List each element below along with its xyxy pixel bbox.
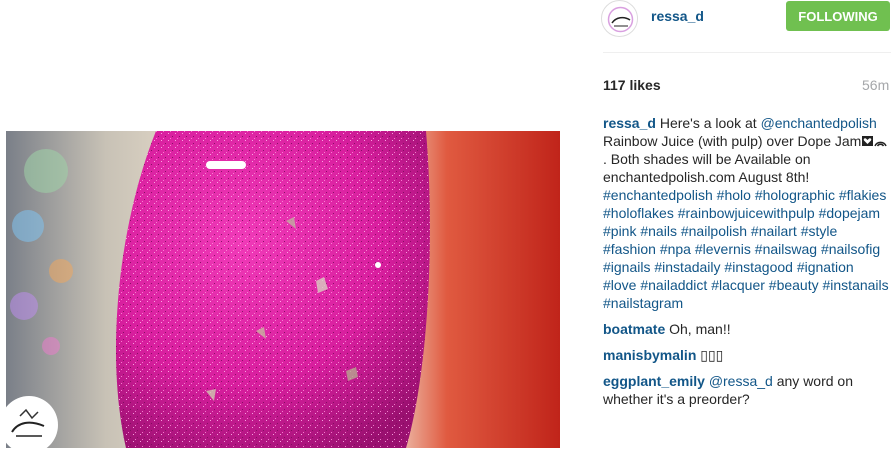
username-link[interactable]: ressa_d [651,8,704,24]
divider [603,52,891,53]
comment-username[interactable]: eggplant_emily [603,373,705,389]
hashtag-link[interactable]: #levernis [695,241,751,257]
caption-username[interactable]: ressa_d [603,115,656,131]
hashtag-link[interactable]: #nailswag [755,241,817,257]
hashtag-link[interactable]: #lacquer [711,277,765,293]
heart-rainbow-emoji-icon [861,133,888,147]
hashtag-link[interactable]: #nailsofig [821,241,880,257]
post-header: ressa_d FOLLOWING [601,0,891,37]
comment-item: eggplant_emily @ressa_d any word on whet… [603,372,889,408]
caption: ressa_d Here's a look at @enchantedpolis… [603,114,889,312]
hashtag-link[interactable]: #nailaddict [640,277,707,293]
hashtag-link[interactable]: #ignation [797,259,854,275]
hashtag-link[interactable]: #npa [660,241,691,257]
avatar-logo-icon [604,3,637,36]
nail-polish-image [6,131,560,448]
hashtag-link[interactable]: #holo [717,187,751,203]
avatar[interactable] [601,0,638,37]
post-time[interactable]: 56m [862,77,889,93]
hashtag-link[interactable]: #instagood [724,259,793,275]
hashtag-link[interactable]: #dopejam [819,205,881,221]
caption-mention[interactable]: @enchantedpolish [761,115,877,131]
hashtag-link[interactable]: #enchantedpolish [603,187,713,203]
caption-text-3: . Both shades will be Available on encha… [603,151,811,185]
hashtag-link[interactable]: #ignails [603,259,650,275]
comment-mention[interactable]: @ressa_d [709,373,773,389]
caption-text-1: Here's a look at [655,115,761,131]
post-photo[interactable] [6,131,560,448]
hashtag-link[interactable]: #nailart [751,223,797,239]
hashtag-link[interactable]: #love [603,277,636,293]
hashtag-link[interactable]: #fashion [603,241,656,257]
following-button[interactable]: FOLLOWING [786,1,890,31]
comment-text: Oh, man!! [669,321,731,337]
comment-username[interactable]: manisbymalin [603,347,696,363]
hashtag-link[interactable]: #instadaily [654,259,720,275]
hashtag-link[interactable]: #flakies [839,187,886,203]
hashtag-link[interactable]: #pink [603,223,636,239]
hashtag-link[interactable]: #holographic [755,187,835,203]
hashtag-link[interactable]: #nailpolish [681,223,747,239]
comment-item: boatmate Oh, man!! [603,320,889,338]
comment-item: manisbymalin ▯▯▯ [603,346,889,364]
hashtag-link[interactable]: #nailstagram [603,295,683,311]
comment-username[interactable]: boatmate [603,321,665,337]
watermark-logo-icon [0,396,58,454]
hashtag-link[interactable]: #beauty [769,277,819,293]
hashtag-link[interactable]: #holoflakes [603,205,674,221]
comments-list: ressa_d Here's a look at @enchantedpolis… [603,114,889,416]
hashtag-link[interactable]: #rainbowjuicewithpulp [678,205,815,221]
hashtag-link[interactable]: #nails [640,223,677,239]
caption-hashtags: #enchantedpolish #holo #holographic #fla… [603,187,889,311]
caption-text-2: Rainbow Juice (with pulp) over Dope Jam [603,133,862,149]
likes-count[interactable]: 117 likes [603,77,661,93]
comment-text: ▯▯▯ [700,347,724,363]
hashtag-link[interactable]: #instanails [823,277,889,293]
hashtag-link[interactable]: #style [801,223,838,239]
